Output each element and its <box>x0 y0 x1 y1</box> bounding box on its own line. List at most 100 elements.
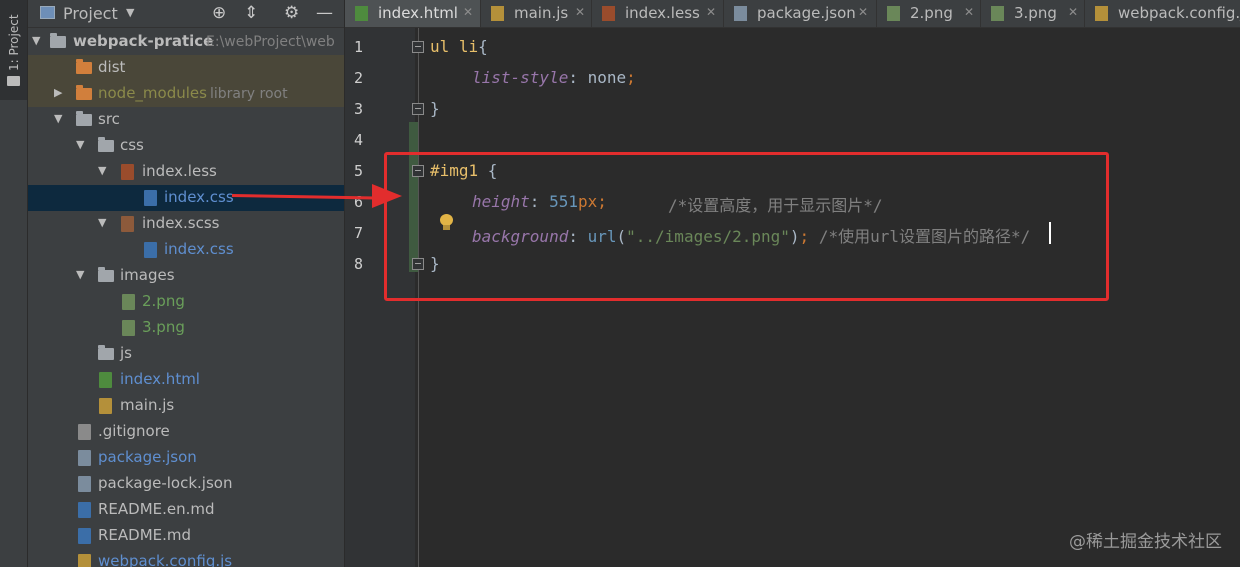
tab-label: package.json <box>757 4 856 22</box>
tab-index-html[interactable]: index.html ✕ <box>345 0 481 27</box>
tree-row-index-less[interactable]: ▼ index.less <box>28 159 344 185</box>
close-icon[interactable]: ✕ <box>463 5 473 19</box>
image-file-icon <box>122 294 135 310</box>
tree-label: webpack.config.js <box>98 552 233 567</box>
chevron-down-icon[interactable]: ▼ <box>98 216 106 229</box>
chevron-down-icon[interactable]: ▼ <box>54 112 62 125</box>
tree-label: .gitignore <box>98 422 170 440</box>
tree-row-main-js[interactable]: main.js <box>28 393 344 419</box>
chevron-down-icon[interactable]: ▼ <box>76 138 84 151</box>
tree-label: README.md <box>98 526 192 544</box>
tree-row-src[interactable]: ▼ src <box>28 107 344 133</box>
tab-index-less[interactable]: index.less ✕ <box>592 0 724 27</box>
tab-label: webpack.config.js <box>1118 4 1240 22</box>
image-file-icon <box>887 6 900 21</box>
tree-row-js[interactable]: js <box>28 341 344 367</box>
tab-package-json[interactable]: package.json ✕ <box>724 0 877 27</box>
tree-row-gitignore[interactable]: .gitignore <box>28 419 344 445</box>
css-value: none <box>587 68 627 87</box>
hide-panel-icon[interactable]: — <box>316 3 333 23</box>
tab-2-png[interactable]: 2.png ✕ <box>877 0 981 27</box>
watermark: @稀土掘金技术社区 <box>1069 532 1222 552</box>
project-view-title[interactable]: Project <box>63 4 118 23</box>
tree-label: main.js <box>120 396 175 414</box>
tree-hint: library root <box>210 86 288 102</box>
line-number: 7 <box>353 224 363 242</box>
gear-icon[interactable]: ⚙ <box>284 3 299 23</box>
chevron-right-icon[interactable]: ▶ <box>54 86 62 99</box>
close-icon[interactable]: ✕ <box>858 5 868 19</box>
tree-row-webpack-pratice[interactable]: ▼ webpack-pratice E:\webProject\web <box>28 29 344 55</box>
text-file-icon <box>78 424 91 440</box>
close-icon[interactable]: ✕ <box>1068 5 1078 19</box>
tree-row-index-html[interactable]: index.html <box>28 367 344 393</box>
tab-label: index.html <box>378 4 458 22</box>
editor-tab-bar: index.html ✕ main.js ✕ index.less ✕ pack… <box>345 0 1240 28</box>
tree-row-readme-md[interactable]: README.md <box>28 523 344 549</box>
line-number: 2 <box>353 69 363 87</box>
project-panel: Project ▼ ⊕ ⇕ ⚙ — ▼ webpack-pratice E:\w… <box>28 0 344 567</box>
tree-row-images[interactable]: ▼ images <box>28 263 344 289</box>
brace: } <box>430 99 440 118</box>
project-tool-tab[interactable]: 1: Project <box>0 0 27 100</box>
js-file-icon <box>491 6 504 21</box>
tab-label: index.less <box>625 4 700 22</box>
colon: : <box>568 68 588 87</box>
tree-label: css <box>120 136 144 154</box>
tree-row-index-css-2[interactable]: index.css <box>28 237 344 263</box>
close-icon[interactable]: ✕ <box>964 5 974 19</box>
tree-row-dist[interactable]: dist <box>28 55 344 81</box>
line-number: 1 <box>353 38 363 56</box>
tree-label: index.html <box>120 370 200 388</box>
tree-label: js <box>120 344 132 362</box>
chevron-down-icon[interactable]: ▼ <box>98 164 106 177</box>
tree-row-webpack-config-js[interactable]: webpack.config.js <box>28 549 344 567</box>
tree-row-2-png[interactable]: 2.png <box>28 289 344 315</box>
tree-row-package-json[interactable]: package.json <box>28 445 344 471</box>
tab-3-png[interactable]: 3.png ✕ <box>981 0 1085 27</box>
tree-row-index-scss[interactable]: ▼ index.scss <box>28 211 344 237</box>
chevron-down-icon[interactable]: ▼ <box>126 6 134 19</box>
tree-row-css[interactable]: ▼ css <box>28 133 344 159</box>
close-icon[interactable]: ✕ <box>575 5 585 19</box>
fold-marker-icon[interactable] <box>412 103 424 115</box>
tree-row-3-png[interactable]: 3.png <box>28 315 344 341</box>
fold-marker-icon[interactable] <box>412 41 424 53</box>
json-file-icon <box>734 6 747 21</box>
tab-label: 2.png <box>910 4 953 22</box>
folder-icon <box>98 137 114 152</box>
chevron-down-icon[interactable]: ▼ <box>76 268 84 281</box>
project-panel-header: Project ▼ ⊕ ⇕ ⚙ — <box>28 0 344 28</box>
collapse-all-icon[interactable]: ⇕ <box>244 3 258 23</box>
code-line-2[interactable]: list-style: none; <box>472 68 636 87</box>
js-file-icon <box>1095 6 1108 21</box>
css-file-icon <box>144 242 157 258</box>
tree-label: images <box>120 266 175 284</box>
tree-label: 3.png <box>142 318 185 336</box>
project-view-icon <box>40 6 55 19</box>
tree-label: dist <box>98 58 126 76</box>
tree-label: node_modules <box>98 84 207 102</box>
line-number: 3 <box>353 100 363 118</box>
sass-file-icon <box>121 216 134 232</box>
markdown-file-icon <box>78 502 91 518</box>
tab-main-js[interactable]: main.js ✕ <box>481 0 592 27</box>
tree-hint: E:\webProject\web <box>206 34 335 50</box>
tab-webpack-config-js[interactable]: webpack.config.js <box>1085 0 1240 27</box>
close-icon[interactable]: ✕ <box>706 5 716 19</box>
code-line-1[interactable]: ul li{ <box>430 37 488 56</box>
line-number: 4 <box>353 131 363 149</box>
html-file-icon <box>99 372 112 388</box>
code-line-3[interactable]: } <box>430 99 440 118</box>
json-file-icon <box>78 476 91 492</box>
tree-row-package-lock-json[interactable]: package-lock.json <box>28 471 344 497</box>
image-file-icon <box>991 6 1004 21</box>
tree-row-readme-en-md[interactable]: README.en.md <box>28 497 344 523</box>
tool-window-strip: 1: Project <box>0 0 28 567</box>
locate-target-icon[interactable]: ⊕ <box>212 3 226 23</box>
tree-row-node-modules[interactable]: ▶ node_modules library root <box>28 81 344 107</box>
less-file-icon <box>602 6 615 21</box>
folder-icon <box>7 76 20 86</box>
chevron-down-icon[interactable]: ▼ <box>32 34 40 47</box>
brace: { <box>478 37 488 56</box>
